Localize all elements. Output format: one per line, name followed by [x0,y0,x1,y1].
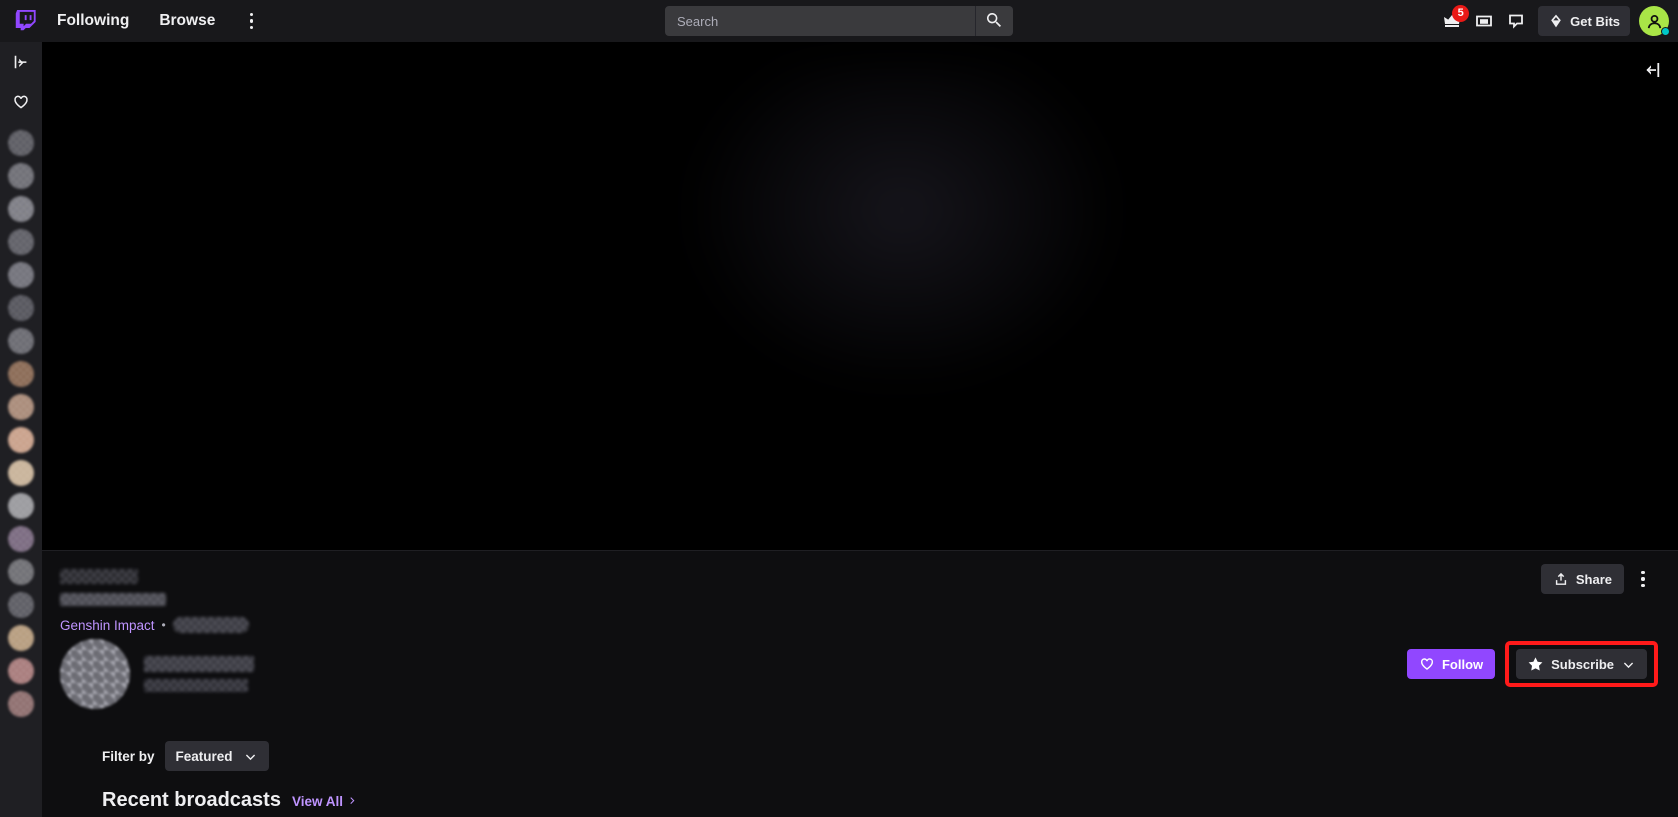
channel-actions-group: Follow Subscribe [1406,641,1658,687]
left-sidebar [0,42,42,817]
filter-selected-value: Featured [175,748,233,764]
channel-avatar-redacted [8,492,34,519]
sidebar-channel-7[interactable] [0,324,42,357]
search-input[interactable] [665,6,975,36]
share-label: Share [1575,571,1612,587]
share-upload-icon [1553,571,1569,587]
status-dot [1661,27,1670,36]
channel-avatar-redacted [8,459,34,486]
heart-icon [1419,656,1435,672]
channel-avatar-redacted [8,129,34,156]
sidebar-channel-5[interactable] [0,258,42,291]
channel-avatar-redacted [8,393,34,420]
followed-channels-heart-icon[interactable] [0,82,42,122]
user-avatar-icon[interactable] [1639,6,1670,36]
sidebar-channel-4[interactable] [0,225,42,258]
bits-diamond-icon [1548,13,1564,29]
view-all-label: View All [291,794,343,809]
channel-avatar-redacted [8,426,34,453]
nav-link-following[interactable]: Following [46,6,140,36]
channel-avatar-redacted [8,261,34,288]
stream-more-options-icon[interactable] [1628,564,1658,594]
filter-row: Filter by Featured [102,741,269,771]
category-link[interactable]: Genshin Impact [60,618,155,633]
channel-avatar-redacted [8,690,34,717]
sidebar-channel-14[interactable] [0,555,42,588]
channel-avatar-redacted [8,558,34,585]
crown-prime-icon[interactable]: 5 [1437,5,1470,36]
channel-avatar-redacted [8,591,34,618]
stream-info-section: Genshin Impact • Share Follow Subscribe … [42,550,1678,817]
sidebar-channel-9[interactable] [0,390,42,423]
separator-dot: • [161,618,166,632]
top-navigation-bar: Following Browse 5 [0,0,1678,42]
channel-avatar-redacted [8,327,34,354]
search-button[interactable] [975,6,1013,36]
stream-metadata: Genshin Impact • [60,569,249,633]
recent-broadcasts-title: Recent broadcasts [102,789,281,811]
sidebar-channel-6[interactable] [0,291,42,324]
video-player[interactable] [42,42,1678,550]
sidebar-channel-18[interactable] [0,687,42,720]
expand-sidebar-icon[interactable] [0,42,42,82]
channel-display-name-redacted [144,656,254,672]
nav-right-group: 5 Get Bits [1437,5,1670,36]
prime-notification-badge: 5 [1452,5,1470,22]
category-row: Genshin Impact • [60,617,249,633]
twitch-logo-icon[interactable] [8,0,42,42]
subscribe-label: Subscribe [1551,656,1614,672]
view-all-link[interactable]: View All [292,794,358,809]
channel-avatar-redacted [8,294,34,321]
sidebar-channel-11[interactable] [0,456,42,489]
video-frame-content [682,62,1122,392]
channel-avatar-redacted [8,360,34,387]
sidebar-channel-3[interactable] [0,192,42,225]
sidebar-channel-12[interactable] [0,489,42,522]
sidebar-channel-16[interactable] [0,621,42,654]
chat-bubble-icon[interactable] [1501,6,1531,36]
get-bits-label: Get Bits [1570,13,1620,29]
channel-avatar-redacted [8,195,34,222]
nav-search-group [665,6,1013,36]
nav-link-browse[interactable]: Browse [148,6,226,36]
chevron-down-icon [243,749,258,764]
get-bits-button[interactable]: Get Bits [1538,6,1630,36]
channel-avatar-redacted [8,228,34,255]
sidebar-channel-list [0,122,42,720]
channel-avatar-redacted [8,162,34,189]
filter-by-label: Filter by [102,748,155,764]
chevron-down-icon[interactable] [1621,657,1636,672]
recent-broadcasts-header: Recent broadcasts View All [102,789,358,812]
sidebar-channel-10[interactable] [0,423,42,456]
channel-avatar-redacted [8,657,34,684]
channel-avatar-redacted [8,624,34,651]
subscribe-highlight-box: Subscribe [1505,641,1658,687]
channel-name-group [144,656,254,692]
filter-dropdown[interactable]: Featured [164,741,269,771]
more-vertical-icon[interactable] [236,6,266,36]
nav-left-group: Following Browse [0,0,266,42]
stream-actions-group: Share [1540,564,1658,594]
star-icon [1527,656,1544,673]
sidebar-channel-1[interactable] [0,126,42,159]
inbox-mail-icon[interactable] [1469,6,1499,36]
channel-identity-row [60,639,254,709]
sidebar-channel-2[interactable] [0,159,42,192]
channel-avatar-redacted[interactable] [60,639,130,709]
follow-button[interactable]: Follow [1406,649,1496,679]
channel-login-name-redacted [144,679,248,692]
stream-tag-redacted[interactable] [172,617,249,633]
sidebar-channel-17[interactable] [0,654,42,687]
stream-title-redacted [60,569,138,584]
stream-subtitle-redacted [60,593,166,606]
subscribe-button[interactable]: Subscribe [1516,649,1647,679]
sidebar-channel-8[interactable] [0,357,42,390]
share-button[interactable]: Share [1540,564,1624,594]
channel-avatar-redacted [8,525,34,552]
follow-label: Follow [1441,656,1484,672]
sidebar-channel-15[interactable] [0,588,42,621]
collapse-chat-icon[interactable] [1636,54,1668,86]
sidebar-channel-13[interactable] [0,522,42,555]
chevron-right-icon [347,795,358,806]
